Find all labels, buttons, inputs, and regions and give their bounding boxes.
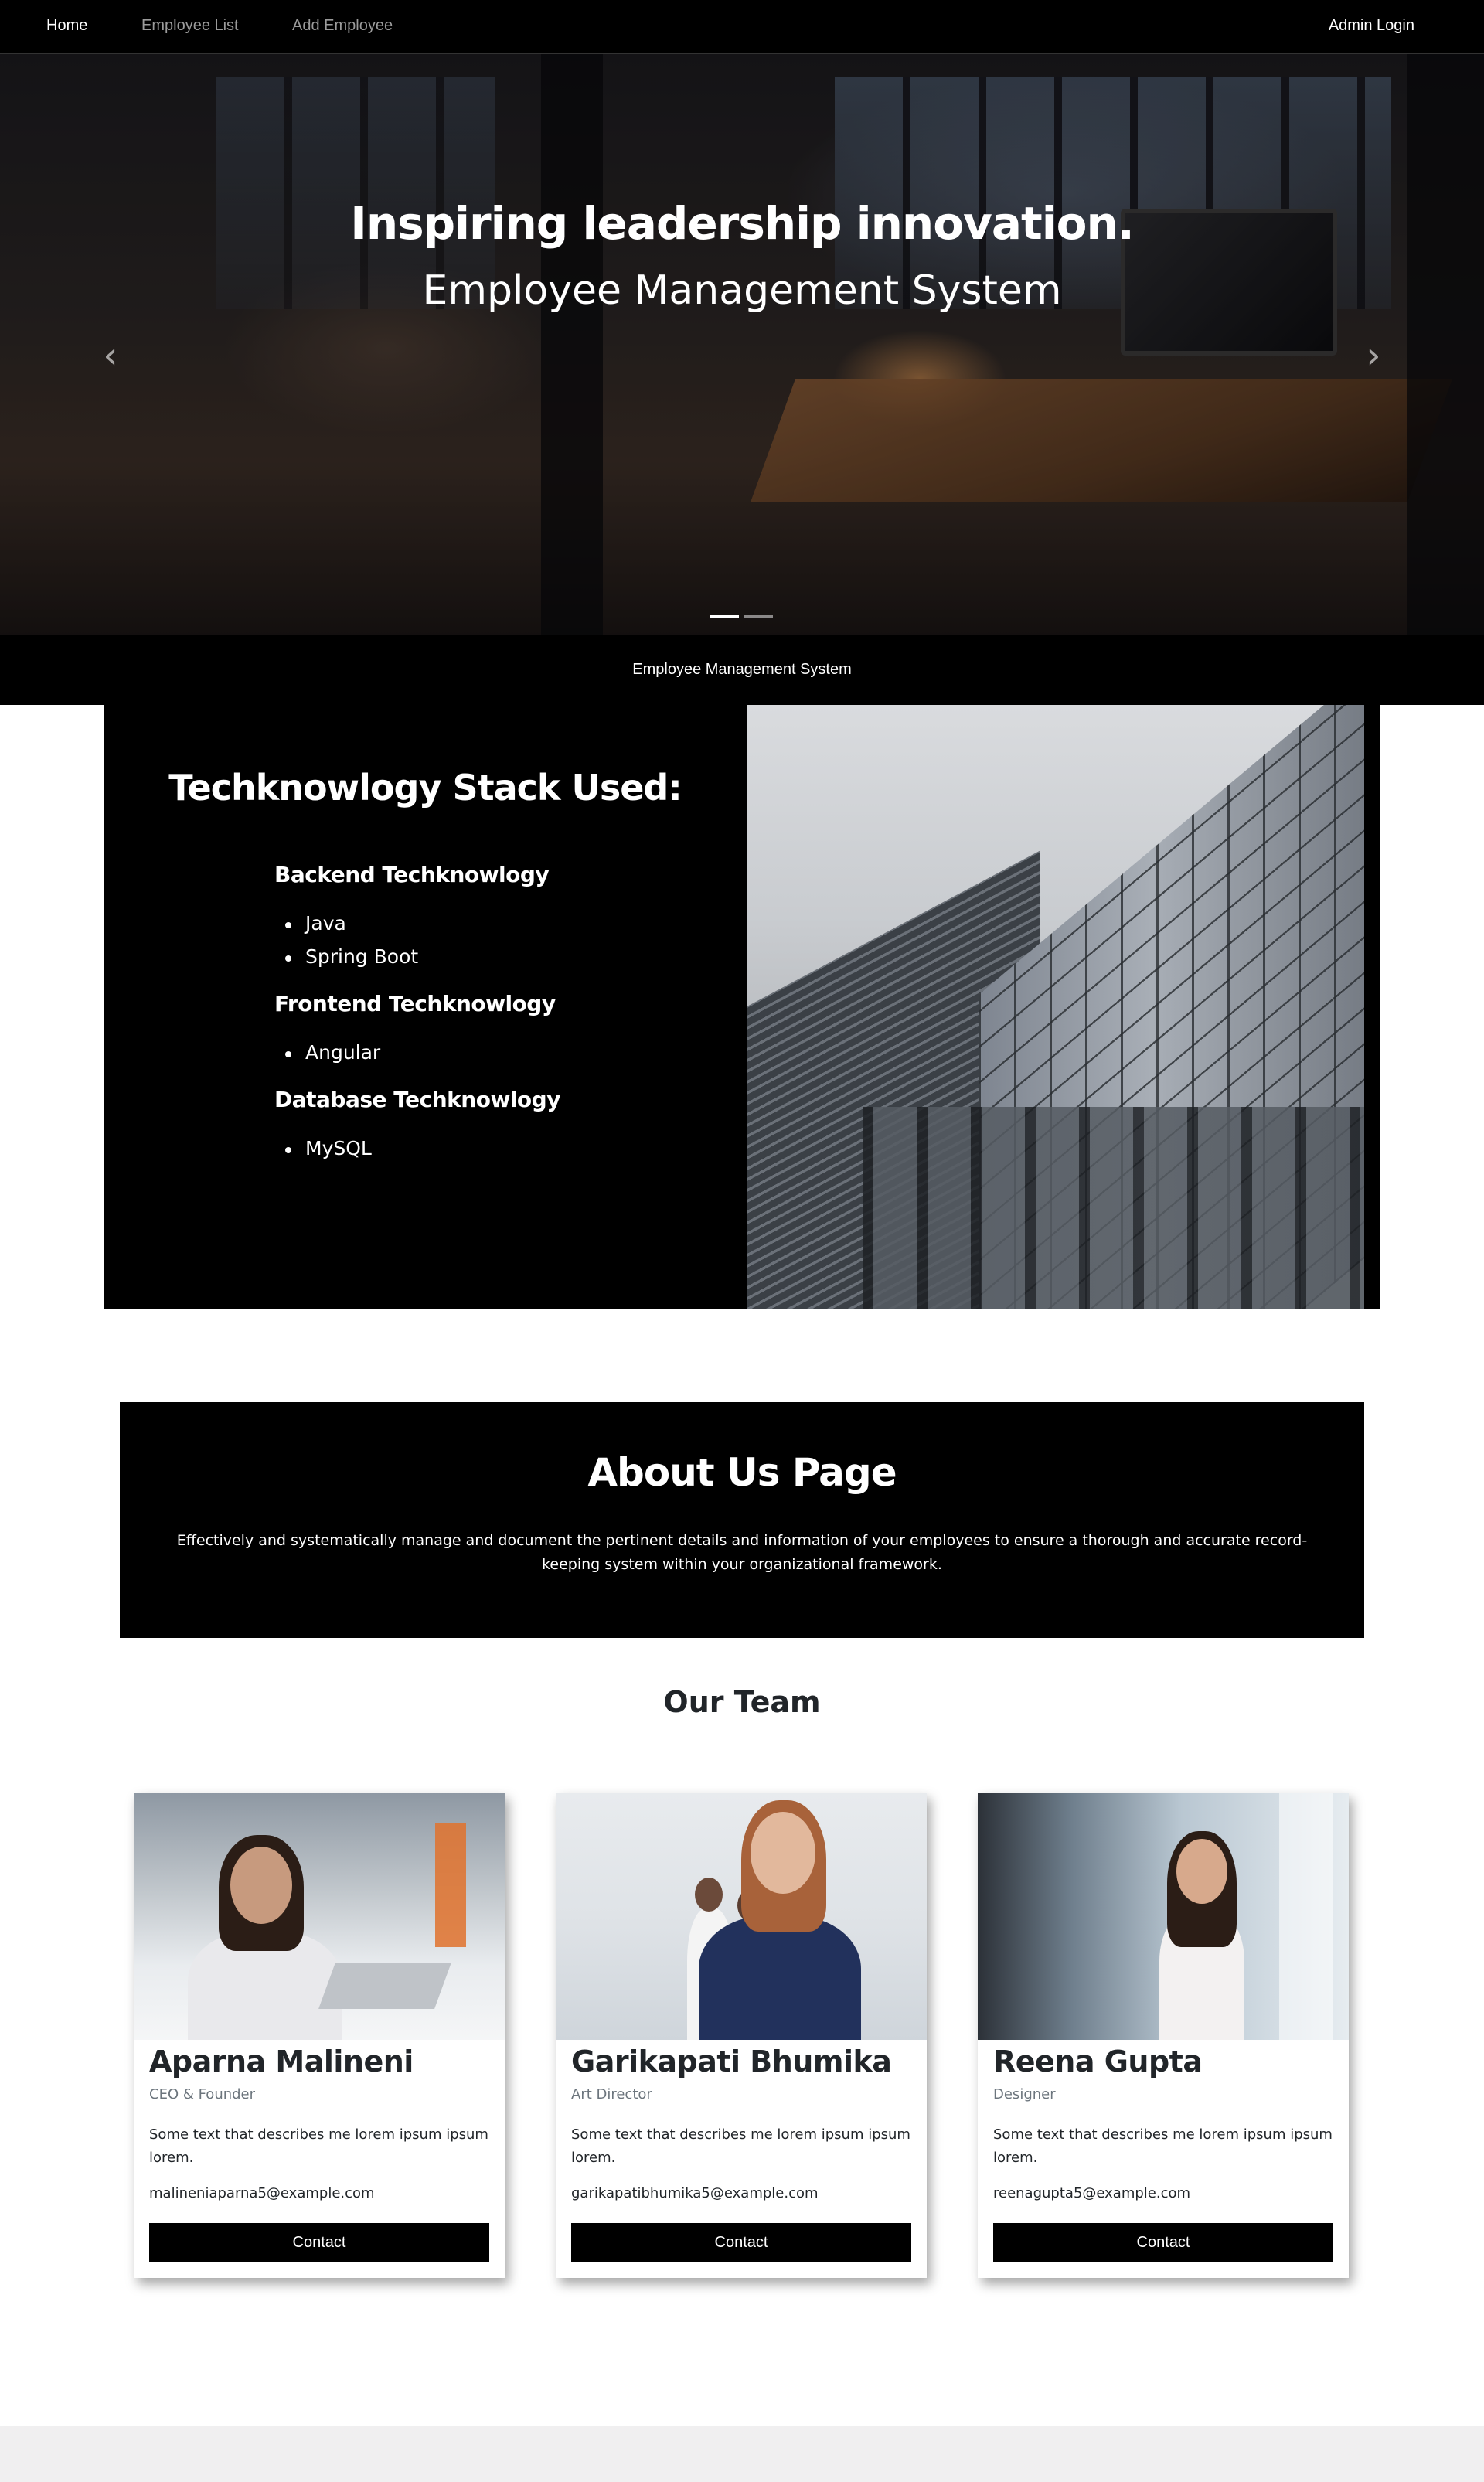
caption-band: Employee Management System bbox=[0, 635, 1484, 705]
team-member-name: Garikapati Bhumika bbox=[571, 2045, 892, 2079]
team-member-photo bbox=[978, 1793, 1349, 2040]
chevron-right-icon: › bbox=[1366, 334, 1381, 377]
frontend-heading: Frontend Techknowlogy bbox=[274, 991, 556, 1016]
tech-list-item: Angular bbox=[284, 1041, 381, 1064]
carousel-indicator-2[interactable] bbox=[744, 615, 773, 618]
backend-heading: Backend Techknowlogy bbox=[274, 862, 550, 887]
database-heading: Database Techknowlogy bbox=[274, 1087, 560, 1112]
contact-button[interactable]: Contact bbox=[149, 2223, 489, 2262]
building-lower-floors bbox=[863, 1107, 1364, 1309]
footer bbox=[0, 2426, 1484, 2482]
team-member-name: Reena Gupta bbox=[993, 2045, 1203, 2079]
team-card: Garikapati Bhumika Art Director Some tex… bbox=[556, 1793, 927, 2278]
tech-stack-heading: Techknowlogy Stack Used: bbox=[168, 767, 682, 809]
hero-overlay bbox=[0, 54, 1484, 635]
chevron-left-icon: ‹ bbox=[103, 334, 118, 377]
carousel-indicator-1[interactable] bbox=[710, 615, 739, 618]
team-member-email: malineniaparna5@example.com bbox=[149, 2185, 375, 2201]
nav-admin-login-link[interactable]: Admin Login bbox=[1329, 17, 1414, 35]
navbar: Home Employee List Add Employee Admin Lo… bbox=[0, 0, 1484, 54]
caption-band-text: Employee Management System bbox=[632, 661, 852, 678]
team-member-description: Some text that describes me lorem ipsum … bbox=[993, 2126, 1333, 2166]
carousel-indicators bbox=[710, 615, 779, 619]
about-description: Effectively and systematically manage an… bbox=[176, 1532, 1308, 1573]
nav-home-link[interactable]: Home bbox=[46, 17, 87, 35]
nav-add-employee-link[interactable]: Add Employee bbox=[292, 17, 393, 35]
tech-stack-section: Techknowlogy Stack Used: Backend Techkno… bbox=[104, 705, 1380, 1309]
team-member-photo bbox=[556, 1793, 927, 2040]
building-image bbox=[747, 705, 1364, 1309]
tech-list-item: Java bbox=[285, 912, 346, 935]
about-title: About Us Page bbox=[587, 1450, 897, 1495]
team-member-description: Some text that describes me lorem ipsum … bbox=[149, 2126, 488, 2166]
hero-subtitle: Employee Management System bbox=[422, 267, 1062, 314]
team-title: Our Team bbox=[663, 1685, 821, 1719]
team-member-role: CEO & Founder bbox=[149, 2086, 256, 2102]
team-member-role: Designer bbox=[993, 2086, 1056, 2102]
about-section: About Us Page Effectively and systematic… bbox=[120, 1402, 1364, 1638]
team-member-email: reenagupta5@example.com bbox=[993, 2185, 1191, 2201]
team-card: Aparna Malineni CEO & Founder Some text … bbox=[134, 1793, 505, 2278]
hero-title: Inspiring leadership innovation. bbox=[350, 197, 1135, 250]
carousel-next-button[interactable]: › bbox=[1354, 332, 1393, 379]
tech-list-item: MySQL bbox=[285, 1137, 372, 1159]
team-card: Reena Gupta Designer Some text that desc… bbox=[978, 1793, 1349, 2278]
team-member-role: Art Director bbox=[571, 2086, 652, 2102]
carousel-prev-button[interactable]: ‹ bbox=[91, 332, 130, 379]
team-member-name: Aparna Malineni bbox=[149, 2045, 414, 2079]
contact-button[interactable]: Contact bbox=[993, 2223, 1333, 2262]
tech-list-item: Spring Boot bbox=[284, 945, 419, 968]
hero-carousel: Inspiring leadership innovation. Employe… bbox=[0, 54, 1484, 635]
team-member-photo bbox=[134, 1793, 505, 2040]
contact-button[interactable]: Contact bbox=[571, 2223, 911, 2262]
nav-employee-list-link[interactable]: Employee List bbox=[141, 17, 239, 35]
team-member-description: Some text that describes me lorem ipsum … bbox=[571, 2126, 910, 2166]
team-member-email: garikapatibhumika5@example.com bbox=[571, 2185, 819, 2201]
